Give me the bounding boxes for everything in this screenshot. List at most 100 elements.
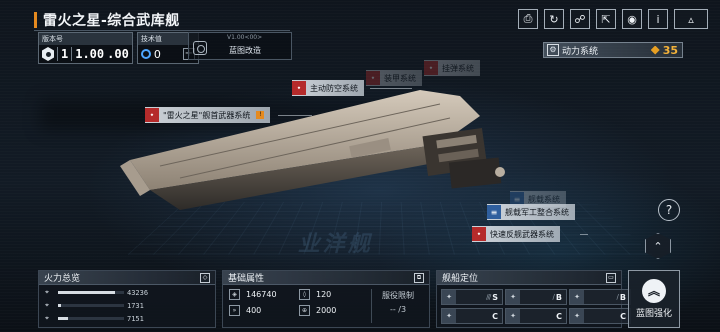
callout-label: 舰载系统 — [528, 194, 560, 204]
crosshair-icon: ⌖ — [45, 314, 49, 322]
version-seg1: 1 — [57, 47, 68, 61]
flagship-weapon-system[interactable]: ⬩ "雷火之星"舰首武器系统 ! — [145, 107, 271, 123]
coin-icon — [650, 45, 660, 55]
help-button[interactable]: ? — [658, 199, 680, 221]
position-cell[interactable]: ✦ / B — [505, 289, 567, 305]
armor-value: 120 — [316, 290, 332, 299]
shield-icon: ◈ — [229, 289, 240, 300]
version-seg2: 1.00 — [71, 47, 104, 61]
view-icon[interactable]: ◉ — [622, 9, 642, 29]
export-icon[interactable]: ⇱ — [596, 9, 616, 29]
info-icon[interactable]: i — [648, 9, 668, 29]
callout-label: 主动防空系统 — [310, 83, 358, 93]
grade-letter: C — [556, 311, 562, 321]
firepower-value: 7151 — [127, 314, 144, 323]
crosshair-icon: ⌖ — [45, 301, 49, 309]
role-icon: ✦ — [506, 290, 520, 304]
weapon-system-faded[interactable]: ⬩ 挂弹系统 — [424, 60, 480, 76]
version-box: 版本号 1 1.00 .00 — [38, 32, 133, 64]
attributes-title: 基础属性 — [228, 274, 265, 284]
game-stage: 业洋舰 雷火之星-综合武库舰 版本号 1 1.00 .00 技术值 0 + V1… — [0, 0, 720, 332]
ship-model — [120, 90, 505, 210]
crosshair-icon: ⌖ — [45, 288, 49, 296]
speed-value: 400 — [246, 306, 262, 315]
positioning-panel: 舰船定位 ▭ ✦///S ✦ / B ✦ / B ✦ C ✦ C ✦ C — [436, 270, 631, 328]
position-cell[interactable]: ✦ C — [569, 308, 631, 324]
service-limit: 服役限制 -- /3 — [368, 289, 428, 317]
role-icon: ✦ — [506, 309, 520, 323]
role-icon: ✦ — [442, 290, 456, 304]
version-body: 1 1.00 .00 — [39, 45, 132, 63]
weapon-icon: ⬩ — [472, 227, 486, 241]
grade-letter: C — [492, 311, 498, 321]
hp-value: 146740 — [246, 290, 277, 299]
positioning-header: 舰船定位 ▭ — [437, 271, 621, 285]
refresh-icon[interactable]: ↻ — [544, 9, 564, 29]
service-label: 服役限制 — [382, 291, 414, 300]
power-system-button[interactable]: ⚙ 动力系统 35 — [543, 42, 683, 58]
armor-system-faded[interactable]: ⬩ 装甲系统 — [366, 70, 422, 86]
position-cell[interactable]: ✦ C — [505, 308, 567, 324]
list-icon: ≡ — [487, 205, 501, 219]
blueprint-enhance-button[interactable]: ︽ 蓝图强化 — [628, 270, 680, 328]
firepower-row: ⌖ 43236 — [39, 287, 215, 298]
service-value: -- /3 — [389, 305, 407, 314]
speed-icon: » — [229, 305, 240, 316]
expand-icon[interactable]: ▵ — [674, 9, 708, 29]
version-label: 版本号 — [39, 33, 132, 45]
engine-block — [448, 157, 502, 189]
callout-label: 挂弹系统 — [442, 63, 474, 73]
warning-icon: ! — [256, 111, 265, 119]
engine-glow — [495, 167, 505, 177]
tech-icon — [140, 49, 151, 59]
range-value: 2000 — [316, 306, 337, 315]
weapon-icon: ⬩ — [145, 108, 159, 122]
armor-stat: ◊ 120 — [299, 289, 369, 300]
power-icon: ⚙ — [547, 44, 559, 56]
expand-panel-icon[interactable]: ⧉ — [414, 272, 424, 283]
position-cell[interactable]: ✦ C — [441, 308, 503, 324]
blueprint-modify-button[interactable]: V1.00<00> 蓝图改造 — [188, 32, 292, 60]
firepower-track — [58, 304, 124, 307]
firepower-track — [58, 291, 124, 294]
title-accent — [34, 12, 37, 28]
info-row: 版本号 1 1.00 .00 技术值 0 + — [38, 32, 199, 64]
range-icon: ⊕ — [299, 305, 310, 316]
share-icon[interactable]: ⎙ — [518, 9, 538, 29]
positioning-grid: ✦///S ✦ / B ✦ / B ✦ C ✦ C ✦ C — [437, 285, 631, 328]
plan-label: 蓝图改造 — [229, 46, 261, 55]
enhance-label: 蓝图强化 — [635, 309, 672, 319]
position-cell[interactable]: ✦ / B — [569, 289, 631, 305]
plan-version: V1.00<00> — [227, 34, 263, 41]
weapon-icon: ⬩ — [292, 81, 306, 95]
firepower-header: 火力总览 ◇ — [39, 271, 215, 285]
armor-icon: ◊ — [299, 289, 310, 300]
holo-watermark: 业洋舰 — [296, 232, 378, 257]
carrier-integration-system[interactable]: ≡ 舰载军工整合系统 — [487, 204, 575, 220]
firepower-fill — [58, 304, 61, 307]
firepower-fill — [58, 317, 68, 320]
title-divider — [34, 30, 290, 31]
tech-value: 0 — [153, 47, 161, 61]
version-seg3: .00 — [107, 47, 129, 61]
firepower-value: 1731 — [127, 301, 144, 310]
position-cell[interactable]: ✦ ///S — [441, 289, 503, 305]
rapid-anti-ship-system[interactable]: ⬩ 快速反舰武器系统 — [472, 226, 560, 242]
grade-marks: / — [616, 293, 620, 301]
positioning-title: 舰船定位 — [442, 274, 479, 284]
role-icon: ✦ — [442, 309, 456, 323]
leader-line — [370, 88, 412, 89]
leader-line — [580, 234, 588, 235]
ship-title-bar: 雷火之星-综合武库舰 — [34, 10, 180, 30]
grade-letter: S — [492, 292, 498, 302]
chart-icon[interactable]: ☍ — [570, 9, 590, 29]
firepower-rows: ⌖ 43236 ⌖ 1731 ⌖ 7151 — [39, 287, 215, 324]
callout-label: 快速反舰武器系统 — [490, 229, 554, 239]
main-aa-system[interactable]: ⬩ 主动防空系统 — [292, 80, 364, 96]
firepower-fill — [58, 291, 115, 294]
gallery-icon[interactable]: ▭ — [606, 272, 616, 283]
chevron-up-icon: ︽ — [642, 279, 666, 303]
power-label: 动力系统 — [562, 46, 599, 57]
firepower-value: 43236 — [127, 288, 149, 297]
collapse-icon[interactable]: ◇ — [200, 272, 210, 283]
